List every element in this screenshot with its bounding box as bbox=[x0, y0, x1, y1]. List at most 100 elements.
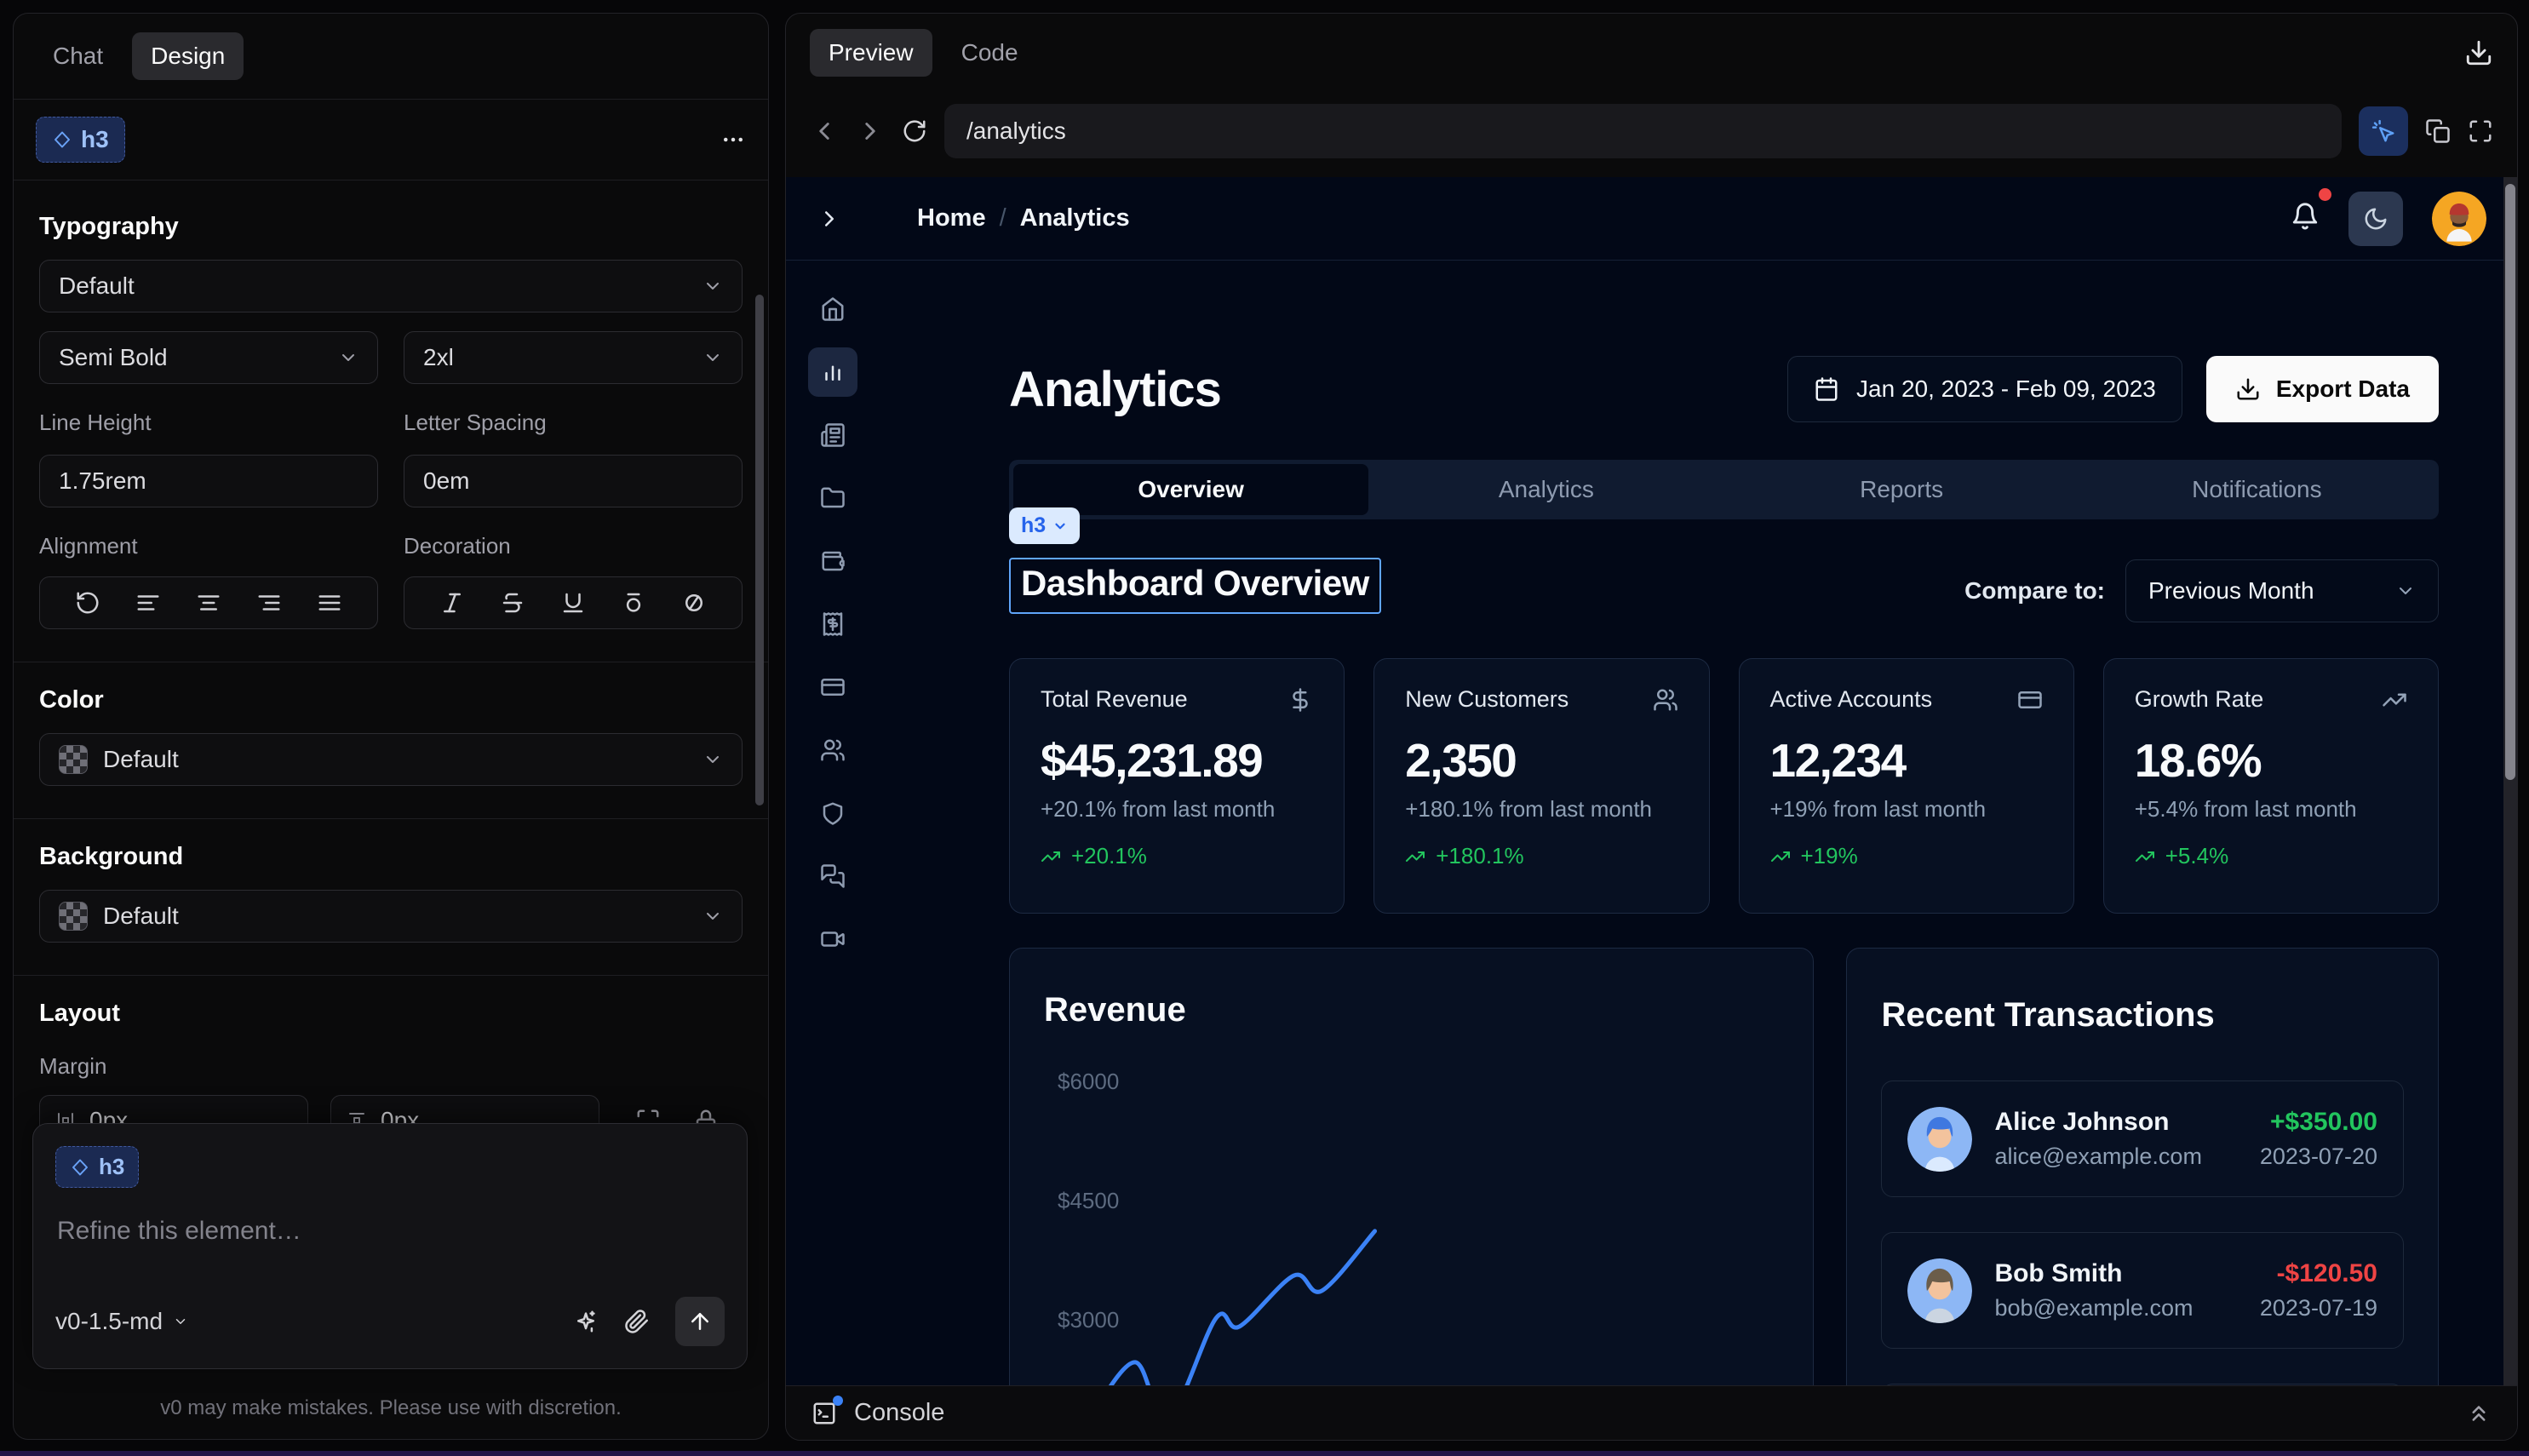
selection-outline[interactable]: Dashboard Overview bbox=[1009, 558, 1381, 614]
tab-design[interactable]: Design bbox=[132, 32, 244, 80]
rail-credit-card-icon[interactable] bbox=[808, 662, 857, 712]
alignment-label: Alignment bbox=[39, 533, 378, 559]
overline-icon[interactable] bbox=[621, 590, 646, 616]
copy-icon[interactable] bbox=[2425, 118, 2451, 144]
stat-value: 2,350 bbox=[1405, 733, 1677, 788]
back-icon[interactable] bbox=[810, 117, 839, 146]
rail-video-icon[interactable] bbox=[808, 914, 857, 964]
tab-notifications[interactable]: Notifications bbox=[2079, 464, 2434, 515]
breadcrumb-home[interactable]: Home bbox=[917, 204, 986, 232]
url-input[interactable]: /analytics bbox=[944, 104, 2342, 158]
stat-sub: +19% from last month bbox=[1770, 796, 2043, 823]
font-size-select[interactable]: 2xl bbox=[404, 331, 743, 384]
refine-chat-box: h3 Refine this element… v0-1.5-md bbox=[32, 1123, 748, 1369]
stat-value: 12,234 bbox=[1770, 733, 2043, 788]
date-range-button[interactable]: Jan 20, 2023 - Feb 09, 2023 bbox=[1787, 356, 2182, 422]
download-icon[interactable] bbox=[2464, 38, 2493, 67]
align-justify-icon[interactable] bbox=[317, 590, 342, 616]
compare-select[interactable]: Previous Month bbox=[2125, 559, 2439, 622]
console-bar[interactable]: Console bbox=[786, 1385, 2517, 1440]
underline-icon[interactable] bbox=[560, 590, 586, 616]
refresh-icon[interactable] bbox=[902, 118, 927, 144]
sparkles-icon[interactable] bbox=[573, 1309, 599, 1334]
align-left-icon[interactable] bbox=[135, 590, 161, 616]
select-element-pointer-icon[interactable] bbox=[2359, 106, 2408, 156]
rail-folder-icon[interactable] bbox=[808, 473, 857, 523]
design-panel-scrollbar[interactable] bbox=[755, 295, 764, 805]
font-select-value: Default bbox=[59, 272, 135, 300]
selected-element-badge[interactable]: h3 bbox=[36, 117, 125, 163]
line-height-input[interactable]: 1.75rem bbox=[39, 455, 378, 507]
compare-value: Previous Month bbox=[2148, 577, 2314, 605]
font-select[interactable]: Default bbox=[39, 260, 743, 312]
ellipsis-menu-icon[interactable] bbox=[720, 127, 746, 152]
avatar[interactable] bbox=[2432, 192, 2486, 246]
console-expand-icon[interactable] bbox=[2466, 1401, 2492, 1426]
no-decoration-icon[interactable] bbox=[681, 590, 707, 616]
preview-toolbar: Preview Code bbox=[786, 14, 2517, 92]
letter-spacing-input[interactable]: 0em bbox=[404, 455, 743, 507]
tab-reports[interactable]: Reports bbox=[1724, 464, 2079, 515]
strikethrough-icon[interactable] bbox=[500, 590, 525, 616]
selected-tag-badge[interactable]: h3 bbox=[1009, 507, 1080, 544]
theme-toggle-button[interactable] bbox=[2348, 192, 2403, 246]
stat-title: Total Revenue bbox=[1041, 686, 1188, 713]
rail-wallet-icon[interactable] bbox=[808, 536, 857, 586]
background-section-label: Background bbox=[39, 843, 743, 871]
align-right-icon[interactable] bbox=[256, 590, 282, 616]
color-select[interactable]: Default bbox=[39, 733, 743, 786]
chat-input[interactable]: Refine this element… bbox=[57, 1217, 723, 1246]
preview-scrollbar-track[interactable] bbox=[2503, 177, 2517, 1385]
font-weight-select[interactable]: Semi Bold bbox=[39, 331, 378, 384]
breadcrumb: Home / Analytics bbox=[917, 204, 1130, 232]
rail-analytics-icon[interactable] bbox=[808, 347, 857, 397]
tab-code[interactable]: Code bbox=[944, 29, 1035, 77]
notifications-bell-button[interactable] bbox=[2291, 202, 2320, 235]
dollar-sign-icon bbox=[1287, 687, 1313, 713]
reset-alignment-icon[interactable] bbox=[75, 590, 100, 616]
stat-card-active-accounts: Active Accounts 12,234 +19% from last mo… bbox=[1739, 658, 2074, 914]
decoration-label: Decoration bbox=[404, 533, 743, 559]
url-value: /analytics bbox=[966, 118, 1066, 145]
rail-users-icon[interactable] bbox=[808, 725, 857, 775]
chevron-down-icon bbox=[702, 347, 723, 368]
transaction-name: Bob Smith bbox=[1994, 1259, 2237, 1288]
page-title: Analytics bbox=[1009, 361, 1221, 418]
forward-icon[interactable] bbox=[856, 117, 885, 146]
margin-label: Margin bbox=[39, 1053, 743, 1080]
stat-delta: +5.4% bbox=[2165, 843, 2228, 869]
rail-receipt-icon[interactable] bbox=[808, 599, 857, 649]
rail-home-icon[interactable] bbox=[808, 284, 857, 334]
chat-element-badge[interactable]: h3 bbox=[55, 1146, 139, 1188]
transactions-title: Recent Transactions bbox=[1881, 996, 2404, 1035]
fullscreen-icon[interactable] bbox=[2468, 118, 2493, 144]
chart-title: Revenue bbox=[1044, 991, 1779, 1029]
tab-preview[interactable]: Preview bbox=[810, 29, 932, 77]
align-center-icon[interactable] bbox=[196, 590, 221, 616]
preview-scrollbar-thumb[interactable] bbox=[2505, 184, 2515, 780]
rail-shield-icon[interactable] bbox=[808, 788, 857, 838]
tab-analytics[interactable]: Analytics bbox=[1368, 464, 1723, 515]
send-button[interactable] bbox=[675, 1297, 725, 1346]
model-select[interactable]: v0-1.5-md bbox=[55, 1308, 188, 1335]
sidebar-expand-icon[interactable] bbox=[817, 206, 842, 232]
background-swatch bbox=[59, 902, 88, 931]
revenue-line-chart: $6000 $4500 $3000 bbox=[1044, 1035, 1779, 1385]
breadcrumb-separator: / bbox=[1000, 204, 1006, 232]
decoration-toolbar bbox=[404, 576, 743, 629]
paperclip-icon[interactable] bbox=[624, 1309, 650, 1334]
background-select[interactable]: Default bbox=[39, 890, 743, 943]
transaction-row[interactable]: Alice Johnson alice@example.com +$350.00… bbox=[1881, 1081, 2404, 1197]
design-panel-scroll: Typography Default Semi Bold 2xl Line He… bbox=[14, 181, 768, 1264]
avatar bbox=[1907, 1107, 1972, 1172]
tab-chat[interactable]: Chat bbox=[36, 32, 120, 80]
rail-news-icon[interactable] bbox=[808, 410, 857, 460]
export-data-button[interactable]: Export Data bbox=[2206, 356, 2439, 422]
transaction-row[interactable]: Bob Smith bob@example.com -$120.50 2023-… bbox=[1881, 1232, 2404, 1349]
rail-messages-icon[interactable] bbox=[808, 851, 857, 901]
chevron-down-icon bbox=[1052, 519, 1068, 534]
transactions-card: Recent Transactions Alice Johnson alice@… bbox=[1846, 948, 2439, 1385]
stat-delta: +19% bbox=[1801, 843, 1858, 869]
chevron-down-icon bbox=[702, 906, 723, 926]
italic-icon[interactable] bbox=[439, 590, 465, 616]
